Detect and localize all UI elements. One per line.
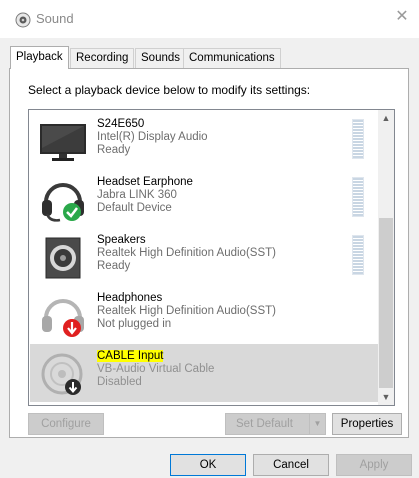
headset-icon: [42, 183, 84, 222]
device-list-scrollbar[interactable]: ▲ ▼: [378, 110, 394, 405]
device-text: Headset Earphone Jabra LINK 360 Default …: [97, 176, 193, 215]
chevron-down-icon[interactable]: ▼: [309, 414, 325, 434]
speaker-icon: [15, 12, 31, 28]
device-driver: Realtek High Definition Audio(SST): [97, 305, 276, 317]
window-title: Sound: [36, 11, 74, 26]
device-status: Default Device: [97, 202, 172, 214]
tab-playback[interactable]: Playback: [10, 46, 69, 69]
close-icon: ✕: [395, 8, 409, 25]
volume-meter: [352, 235, 364, 275]
device-text: Speakers Realtek High Definition Audio(S…: [97, 234, 276, 273]
ok-button[interactable]: OK: [170, 454, 246, 476]
set-default-label: Set Default: [236, 418, 293, 430]
device-status: Not plugged in: [97, 318, 172, 330]
device-driver: Realtek High Definition Audio(SST): [97, 247, 276, 259]
device-name: S24E650: [97, 118, 145, 130]
device-text: Headphones Realtek High Definition Audio…: [97, 292, 276, 331]
device-name: CABLE Input: [97, 350, 164, 362]
monitor-icon: [40, 124, 86, 161]
device-name: Headset Earphone: [97, 176, 193, 188]
device-text: S24E650 Intel(R) Display Audio Ready: [97, 118, 208, 157]
scroll-up-arrow-icon[interactable]: ▲: [378, 110, 394, 126]
configure-button[interactable]: Configure: [28, 413, 104, 435]
sound-dialog: Sound ✕ Playback Recording Sounds Commun…: [0, 0, 419, 478]
device-name: Headphones: [97, 292, 163, 304]
device-item-speakers[interactable]: Speakers Realtek High Definition Audio(S…: [30, 228, 380, 286]
scroll-down-arrow-icon[interactable]: ▼: [378, 389, 394, 405]
device-driver: VB-Audio Virtual Cable: [97, 363, 215, 375]
device-status: Ready: [97, 260, 131, 272]
tab-communications[interactable]: Communications: [183, 48, 281, 68]
title-bar: Sound ✕: [0, 0, 419, 38]
tab-sounds[interactable]: Sounds: [135, 48, 187, 68]
device-name: Speakers: [97, 234, 146, 246]
device-driver: Intel(R) Display Audio: [97, 131, 208, 143]
set-default-button[interactable]: Set Default ▼: [225, 413, 326, 435]
speaker-box-icon: [45, 237, 81, 279]
scroll-thumb[interactable]: [379, 218, 393, 388]
cable-icon: [41, 353, 83, 395]
device-text: CABLE Input VB-Audio Virtual Cable Disab…: [97, 350, 214, 389]
device-item-headset-earphone[interactable]: Headset Earphone Jabra LINK 360 Default …: [30, 170, 380, 228]
device-status: Disabled: [97, 376, 142, 388]
instruction-text: Select a playback device below to modify…: [28, 83, 311, 97]
device-item-headphones[interactable]: Headphones Realtek High Definition Audio…: [30, 286, 380, 344]
default-check-badge: [63, 203, 81, 221]
device-status: Ready: [97, 144, 131, 156]
apply-button[interactable]: Apply: [336, 454, 412, 476]
close-button[interactable]: ✕: [385, 0, 419, 34]
cancel-button[interactable]: Cancel: [253, 454, 329, 476]
volume-meter: [352, 177, 364, 217]
headphones-icon: [42, 299, 84, 337]
playback-panel: Select a playback device below to modify…: [9, 68, 409, 438]
device-item-s24e650[interactable]: S24E650 Intel(R) Display Audio Ready: [30, 112, 380, 170]
device-driver: Jabra LINK 360: [97, 189, 177, 201]
device-list[interactable]: S24E650 Intel(R) Display Audio Ready Hea…: [28, 109, 395, 406]
device-item-cable-input[interactable]: CABLE Input VB-Audio Virtual Cable Disab…: [30, 344, 380, 402]
properties-button[interactable]: Properties: [332, 413, 402, 435]
tab-recording[interactable]: Recording: [70, 48, 135, 68]
volume-meter: [352, 119, 364, 159]
